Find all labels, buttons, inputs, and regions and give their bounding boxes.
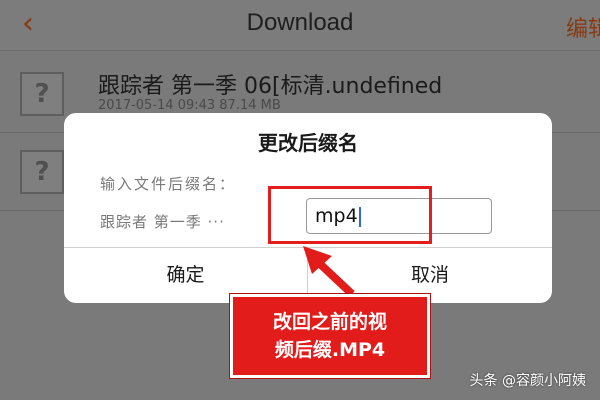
callout-line-1: 改回之前的视 <box>272 311 387 333</box>
watermark: 头条 @容颜小阿姨 <box>469 373 586 389</box>
callout-line-2: 频后缀.MP4 <box>274 339 386 361</box>
annotation-callout: 改回之前的视 频后缀.MP4 <box>230 294 430 378</box>
